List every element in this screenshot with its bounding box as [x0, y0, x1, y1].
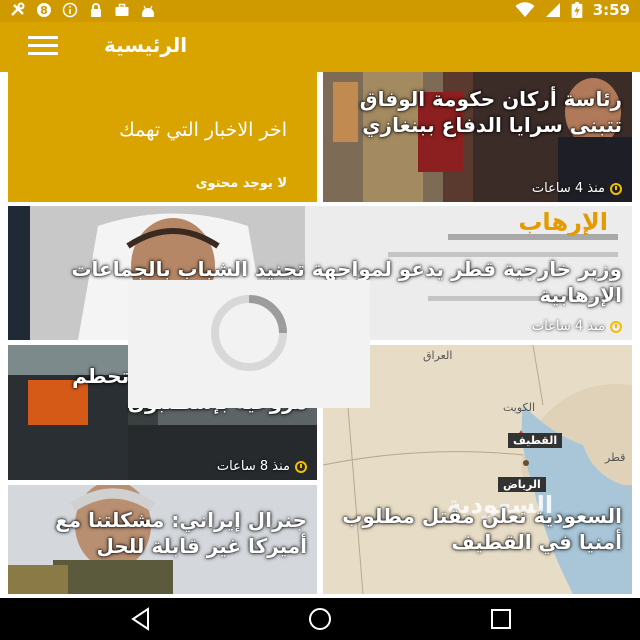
article-1-headline: رئاسة أركان حكومة الوفاق تتبنى سرايا الد…	[359, 87, 622, 138]
map-label-iraq: العراق	[423, 349, 453, 362]
home-icon[interactable]	[307, 606, 333, 632]
article-4-headline: السعودية تعلن مقتل مطلوب أمنيا في القطيف	[342, 504, 622, 555]
status-right: 3:59	[515, 1, 630, 19]
clock-icon	[610, 182, 622, 195]
loading-spinner-icon	[211, 295, 287, 371]
briefcase-icon	[115, 3, 129, 16]
navigation-bar	[0, 598, 640, 640]
article-card-1[interactable]: رئاسة أركان حكومة الوفاق تتبنى سرايا الد…	[323, 72, 632, 202]
battery-charging-icon	[571, 2, 583, 18]
loading-dialog	[128, 280, 370, 408]
terrorism-image-caption: الإرهاب	[518, 208, 608, 236]
lock-icon	[91, 3, 101, 17]
article-5-headline: جنرال إيراني: مشكلتنا مع أميركا غير قابل…	[55, 508, 307, 559]
hamburger-menu-icon[interactable]	[28, 36, 58, 58]
map-label-qatar: قطر	[605, 451, 626, 464]
map-label-riyadh: الرياض	[498, 477, 546, 492]
info-icon	[62, 2, 78, 18]
latest-news-card[interactable]: اخر الاخبار التي تهمك لا يوجد محتوى	[8, 72, 317, 202]
status-bar: 8 3:59	[0, 0, 640, 22]
article-1-time: منذ 4 ساعات	[532, 181, 622, 196]
signal-8-icon: 8	[37, 3, 51, 17]
recents-icon[interactable]	[488, 606, 514, 632]
svg-text:8: 8	[40, 4, 48, 17]
page-title: الرئيسية	[104, 33, 188, 57]
status-left-icons: 8	[10, 2, 156, 18]
cellular-icon	[545, 3, 560, 17]
map-label-kuwait: الكويت	[503, 401, 536, 414]
article-3-time: منذ 8 ساعات	[217, 459, 307, 474]
tools-icon	[11, 2, 25, 16]
back-icon[interactable]	[128, 606, 154, 632]
map-label-qatif: القطيف	[508, 433, 563, 448]
clock-time: 3:59	[592, 1, 630, 19]
no-content-label: لا يوجد محتوى	[195, 176, 287, 191]
article-2-time: منذ 4 ساعات	[532, 319, 622, 334]
clock-icon	[295, 460, 307, 473]
wifi-icon	[515, 2, 535, 17]
latest-news-title: اخر الاخبار التي تهمك	[119, 119, 287, 141]
app-bar: الرئيسية	[0, 22, 640, 72]
article-card-5[interactable]: جنرال إيراني: مشكلتنا مع أميركا غير قابل…	[8, 485, 317, 594]
android-icon	[142, 5, 154, 17]
clock-icon	[610, 320, 622, 333]
